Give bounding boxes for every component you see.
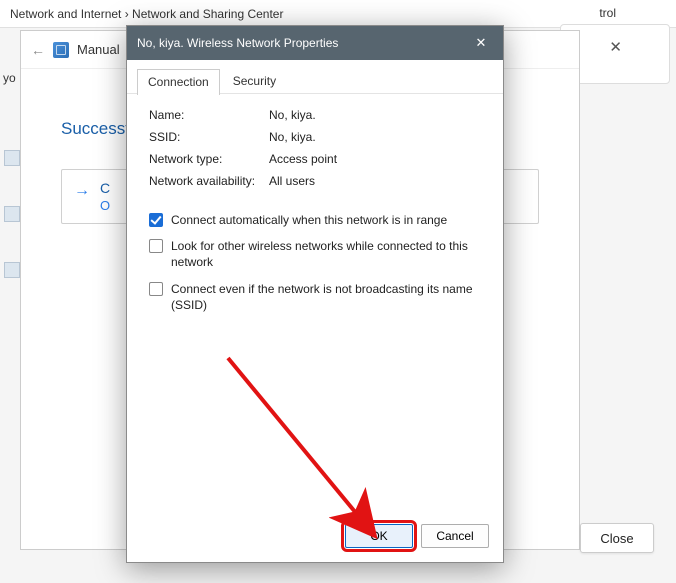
thumb-icon [4, 206, 20, 222]
checkbox-row-look[interactable]: Look for other wireless networks while c… [149, 238, 485, 270]
tab-security-label: Security [233, 74, 276, 88]
checkbox-look-label: Look for other wireless networks while c… [171, 238, 485, 270]
cancel-button[interactable]: Cancel [421, 524, 489, 548]
wizard-title: Manual [77, 42, 120, 57]
close-button-label: Close [600, 531, 633, 546]
dialog-button-bar: OK Cancel [127, 514, 503, 562]
tab-security[interactable]: Security [222, 68, 287, 94]
dialog-tabs: Connection Security [127, 60, 503, 94]
dialog-titlebar: No, kiya. Wireless Network Properties ✕ [127, 26, 503, 60]
dialog-content: Name: No, kiya. SSID: No, kiya. Network … [127, 93, 503, 514]
wizard-app-icon [53, 42, 69, 58]
name-value: No, kiya. [269, 108, 485, 122]
option-sub-text: O [100, 198, 110, 213]
yo-text: yo [3, 71, 16, 85]
dialog-title: No, kiya. Wireless Network Properties [137, 36, 338, 50]
top-right-text: trol [599, 6, 616, 20]
thumb-icon [4, 262, 20, 278]
ssid-value: No, kiya. [269, 130, 485, 144]
ssid-label: SSID: [149, 130, 269, 144]
type-label: Network type: [149, 152, 269, 166]
tab-connection[interactable]: Connection [137, 69, 220, 95]
name-label: Name: [149, 108, 269, 122]
close-icon[interactable]: ✕ [469, 31, 493, 55]
back-arrow-icon[interactable]: ← [31, 42, 45, 58]
close-button[interactable]: Close [580, 523, 654, 553]
wireless-properties-dialog: No, kiya. Wireless Network Properties ✕ … [126, 25, 504, 563]
checkbox-auto[interactable] [149, 213, 163, 227]
properties-table: Name: No, kiya. SSID: No, kiya. Network … [149, 108, 485, 188]
checkbox-hidden-label: Connect even if the network is not broad… [171, 281, 485, 313]
avail-label: Network availability: [149, 174, 269, 188]
ok-button[interactable]: OK [345, 524, 413, 548]
checkbox-look[interactable] [149, 239, 163, 253]
type-value: Access point [269, 152, 485, 166]
avail-value: All users [269, 174, 485, 188]
ok-button-label: OK [370, 529, 387, 543]
checkbox-row-auto[interactable]: Connect automatically when this network … [149, 212, 485, 228]
arrow-right-icon: → [74, 182, 90, 200]
option-main-text: C [100, 180, 110, 196]
background-close-icon[interactable]: ✕ [609, 38, 622, 56]
tab-connection-label: Connection [148, 75, 209, 89]
breadcrumb-text: Network and Internet › Network and Shari… [10, 7, 283, 21]
checkbox-auto-label: Connect automatically when this network … [171, 212, 447, 228]
checkbox-row-hidden[interactable]: Connect even if the network is not broad… [149, 281, 485, 313]
cancel-button-label: Cancel [436, 529, 473, 543]
checkbox-hidden[interactable] [149, 282, 163, 296]
thumb-icon [4, 150, 20, 166]
